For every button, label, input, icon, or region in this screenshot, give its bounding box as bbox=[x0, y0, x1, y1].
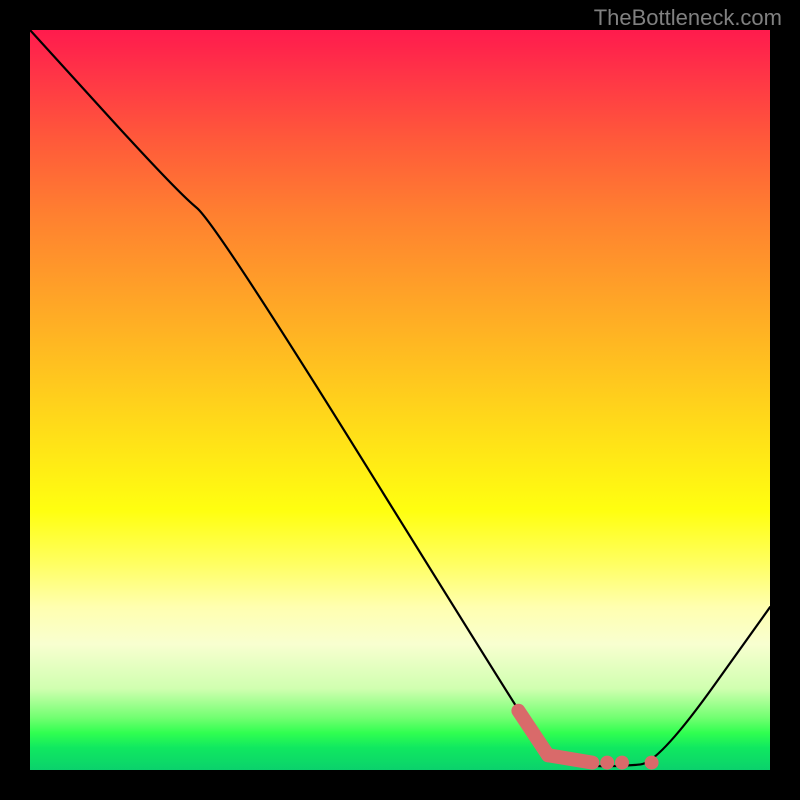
marker-segment bbox=[518, 711, 548, 755]
marker-dot bbox=[615, 756, 629, 770]
plot-area bbox=[30, 30, 770, 770]
chart-svg bbox=[30, 30, 770, 770]
chart-container: TheBottleneck.com bbox=[0, 0, 800, 800]
bottleneck-curve bbox=[30, 30, 770, 766]
highlight-markers bbox=[518, 711, 658, 770]
marker-dot bbox=[600, 756, 614, 770]
marker-segment bbox=[548, 755, 592, 762]
watermark-text: TheBottleneck.com bbox=[594, 5, 782, 31]
marker-dot bbox=[645, 756, 659, 770]
